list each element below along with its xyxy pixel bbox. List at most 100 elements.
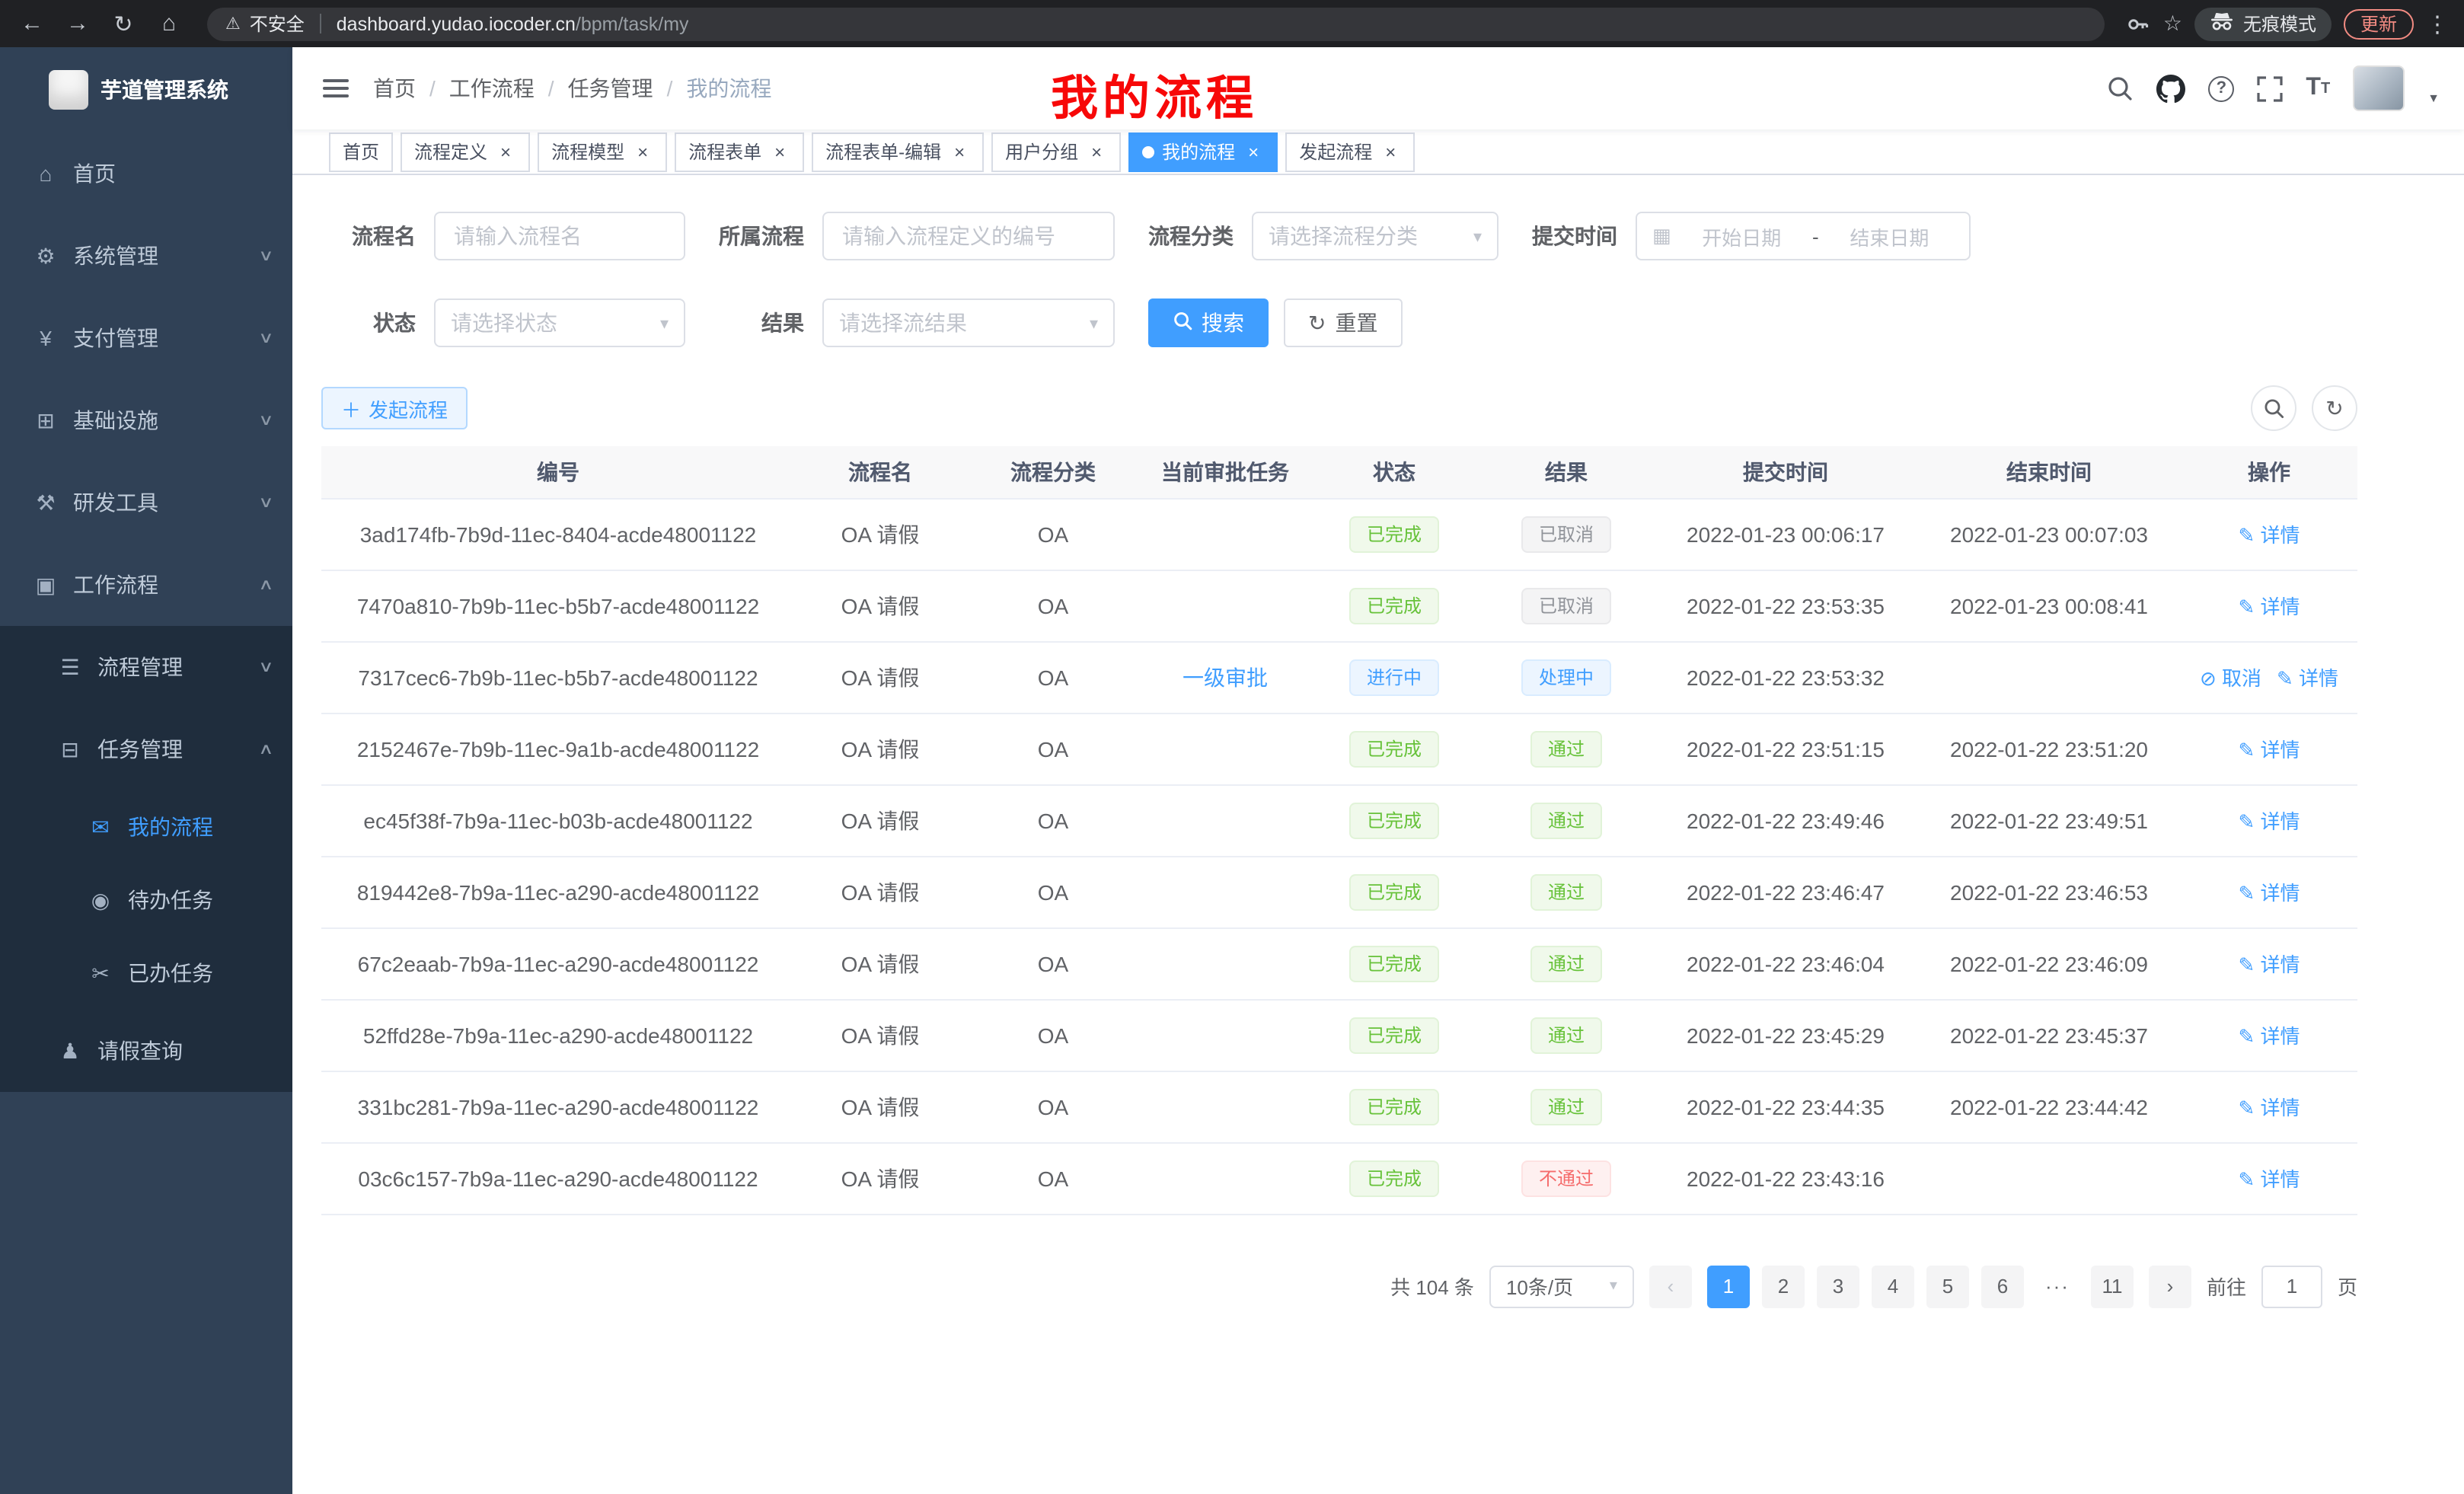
sidebar-item-process-management[interactable]: ☰ 流程管理 ∨ (0, 626, 292, 708)
close-icon[interactable]: × (495, 141, 516, 162)
fullscreen-icon[interactable] (2257, 75, 2283, 101)
submit-time-range-picker[interactable]: ▦ 开始日期 - 结束日期 (1636, 212, 1971, 260)
update-button[interactable]: 更新 (2344, 8, 2414, 39)
search-icon[interactable] (2106, 75, 2134, 102)
menu-label: 待办任务 (128, 885, 213, 915)
reset-button[interactable]: ↻ 重置 (1284, 298, 1402, 347)
detail-link[interactable]: ✎ 详情 (2238, 524, 2300, 547)
refresh-table-button[interactable]: ↻ (2312, 385, 2357, 431)
table-row[interactable]: 331bc281-7b9a-11ec-a290-acde48001122 OA … (321, 1071, 2357, 1142)
detail-link[interactable]: ✎ 详情 (2238, 953, 2300, 976)
search-button[interactable]: 搜索 (1148, 298, 1269, 347)
process-name-input[interactable] (434, 212, 685, 260)
tab-流程模型[interactable]: 流程模型 × (538, 132, 667, 171)
browser-reload-icon[interactable]: ↻ (107, 7, 140, 40)
font-size-icon[interactable]: TT (2306, 75, 2330, 102)
start-process-button[interactable]: ＋ 发起流程 (321, 387, 468, 429)
cell-status: 已完成 (1310, 498, 1479, 570)
breadcrumb-item-3[interactable]: 任务管理 (568, 73, 653, 104)
close-icon[interactable]: × (632, 141, 653, 162)
toggle-search-button[interactable] (2251, 385, 2296, 431)
browser-home-icon[interactable]: ⌂ (152, 7, 186, 40)
tab-首页[interactable]: 首页 (329, 132, 393, 171)
detail-link[interactable]: ✎ 详情 (2238, 739, 2300, 761)
pager-page-1[interactable]: 1 (1707, 1265, 1750, 1307)
table-row[interactable]: 03c6c157-7b9a-11ec-a290-acde48001122 OA … (321, 1142, 2357, 1214)
goto-page-input[interactable] (2261, 1265, 2322, 1307)
sidebar-item-todo-task[interactable]: ◉ 待办任务 (0, 864, 292, 937)
page-size-select[interactable]: 10条/页 ▾ (1489, 1265, 1634, 1307)
pager-page-6[interactable]: 6 (1981, 1265, 2024, 1307)
browser-forward-icon[interactable]: → (61, 7, 94, 40)
browser-menu-icon[interactable]: ⋮ (2426, 10, 2449, 37)
github-icon[interactable] (2156, 74, 2185, 103)
sidebar-item-leave-query[interactable]: ♟ 请假查询 (0, 1010, 292, 1092)
bookmark-star-icon[interactable]: ☆ (2163, 11, 2182, 37)
breadcrumb-item-1[interactable]: 首页 (373, 73, 416, 104)
close-icon[interactable]: × (769, 141, 790, 162)
sidebar-item-system[interactable]: ⚙ 系统管理 ∨ (0, 215, 292, 297)
detail-link[interactable]: ✎ 详情 (2238, 882, 2300, 905)
tab-用户分组[interactable]: 用户分组 × (991, 132, 1121, 171)
password-key-icon[interactable] (2127, 11, 2151, 36)
tab-流程表单-编辑[interactable]: 流程表单-编辑 × (812, 132, 984, 171)
table-row[interactable]: 819442e8-7b9a-11ec-a290-acde48001122 OA … (321, 856, 2357, 927)
detail-link[interactable]: ✎ 详情 (2238, 810, 2300, 833)
user-avatar[interactable] (2353, 65, 2405, 111)
table-row[interactable]: 7317cec6-7b9b-11ec-b5b7-acde48001122 OA … (321, 641, 2357, 713)
process-definition-input[interactable] (822, 212, 1115, 260)
detail-link[interactable]: ✎ 详情 (2238, 1025, 2300, 1048)
caret-down-icon[interactable]: ▼ (2427, 91, 2440, 105)
chevron-down-icon: ▾ (1473, 226, 1482, 246)
sidebar-item-home[interactable]: ⌂ 首页 (0, 132, 292, 215)
pager-page-2[interactable]: 2 (1762, 1265, 1805, 1307)
table-row[interactable]: 2152467e-7b9b-11ec-9a1b-acde48001122 OA … (321, 713, 2357, 784)
cell-status: 已完成 (1310, 856, 1479, 927)
result-select[interactable]: 请选择流结果 ▾ (822, 298, 1115, 347)
table-row[interactable]: 3ad174fb-7b9d-11ec-8404-acde48001122 OA … (321, 498, 2357, 570)
table-row[interactable]: 52ffd28e-7b9a-11ec-a290-acde48001122 OA … (321, 999, 2357, 1071)
pager-page-3[interactable]: 3 (1817, 1265, 1859, 1307)
pagination-next-button[interactable]: › (2149, 1265, 2191, 1307)
tab-发起流程[interactable]: 发起流程 × (1285, 132, 1415, 171)
security-chip[interactable]: 不安全 (250, 11, 305, 37)
pager-ellipsis[interactable]: ··· (2036, 1265, 2079, 1307)
pager-page-5[interactable]: 5 (1926, 1265, 1969, 1307)
help-icon[interactable]: ? (2208, 75, 2234, 101)
pager-page-11[interactable]: 11 (2091, 1265, 2134, 1307)
table-row[interactable]: ec45f38f-7b9a-11ec-b03b-acde48001122 OA … (321, 784, 2357, 856)
detail-link[interactable]: ✎ 详情 (2277, 667, 2338, 690)
sidebar-item-workflow[interactable]: ▣ 工作流程 ∧ (0, 544, 292, 626)
table-row[interactable]: 7470a810-7b9b-11ec-b5b7-acde48001122 OA … (321, 570, 2357, 641)
browser-back-icon[interactable]: ← (15, 7, 49, 40)
detail-link[interactable]: ✎ 详情 (2238, 595, 2300, 618)
pager-page-4[interactable]: 4 (1872, 1265, 1914, 1307)
hamburger-icon[interactable] (323, 79, 349, 97)
sidebar-item-infrastructure[interactable]: ⊞ 基础设施 ∨ (0, 379, 292, 461)
cancel-link[interactable]: ⊘ 取消 (2200, 667, 2261, 690)
close-icon[interactable]: × (1380, 141, 1401, 162)
cell-end-time (1917, 1142, 2181, 1214)
address-bar[interactable]: ⚠ 不安全 dashboard.yudao.iocoder.cn/bpm/tas… (207, 7, 2105, 40)
menu-label: 基础设施 (73, 405, 158, 436)
close-icon[interactable]: × (1243, 141, 1264, 162)
sidebar-item-devtools[interactable]: ⚒ 研发工具 ∨ (0, 461, 292, 544)
close-icon[interactable]: × (949, 141, 970, 162)
pagination-prev-button[interactable]: ‹ (1649, 1265, 1692, 1307)
detail-link[interactable]: ✎ 详情 (2238, 1168, 2300, 1191)
sidebar-item-payment[interactable]: ¥ 支付管理 ∨ (0, 297, 292, 379)
current-task-link[interactable]: 一级审批 (1183, 665, 1268, 689)
detail-link[interactable]: ✎ 详情 (2238, 1097, 2300, 1119)
status-select[interactable]: 请选择状态 ▾ (434, 298, 685, 347)
category-select[interactable]: 请选择流程分类 ▾ (1252, 212, 1499, 260)
sidebar-item-my-process[interactable]: ✉ 我的流程 (0, 790, 292, 864)
tab-流程定义[interactable]: 流程定义 × (401, 132, 530, 171)
table-row[interactable]: 67c2eaab-7b9a-11ec-a290-acde48001122 OA … (321, 927, 2357, 999)
tab-流程表单[interactable]: 流程表单 × (675, 132, 804, 171)
tab-我的流程[interactable]: 我的流程 × (1128, 132, 1278, 171)
close-icon[interactable]: × (1086, 141, 1107, 162)
breadcrumb-item-2[interactable]: 工作流程 (449, 73, 535, 104)
sidebar-item-task-management[interactable]: ⊟ 任务管理 ∧ (0, 708, 292, 790)
sidebar-item-done-task[interactable]: ✂ 已办任务 (0, 937, 292, 1010)
logo[interactable]: 芋道管理系统 (0, 47, 292, 132)
